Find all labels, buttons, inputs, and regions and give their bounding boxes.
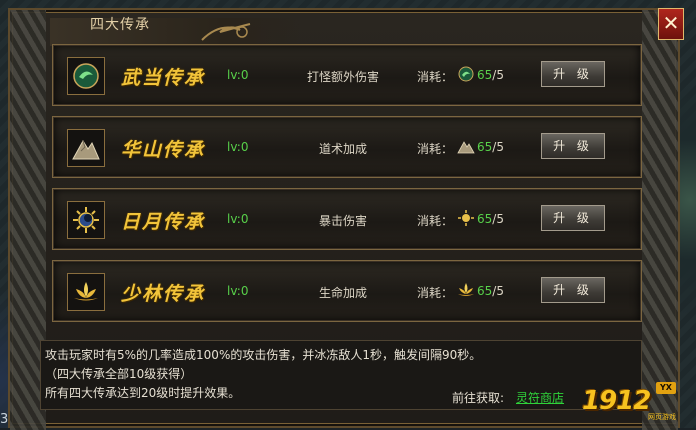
cost-value: 65/5	[477, 68, 504, 82]
upgrade-button-wudang[interactable]: 升 级	[541, 61, 605, 87]
jade-orb-cost-icon	[458, 66, 474, 82]
row-level: lv:0	[227, 212, 249, 226]
cost-label: 消耗：	[417, 70, 454, 84]
cost-value: 65/5	[477, 140, 504, 154]
mountain-icon	[67, 129, 105, 167]
upgrade-button-shaolin[interactable]: 升 级	[541, 277, 605, 303]
unlock-condition: （四大传承全部10级获得）	[45, 367, 193, 381]
cost-value: 65/5	[477, 212, 504, 226]
sun-cost-icon	[458, 210, 474, 226]
window-title: 四大传承	[90, 17, 150, 33]
title-bar	[50, 18, 300, 46]
row-name: 日月传承	[121, 211, 206, 233]
get-label: 前往获取:	[452, 391, 505, 405]
logo-badge: YX	[656, 382, 676, 394]
cost-label: 消耗：	[417, 214, 454, 228]
row-name: 武当传承	[121, 67, 206, 89]
dragon-frame-right	[642, 10, 678, 430]
row-name: 少林传承	[121, 283, 206, 305]
lotus-cost-icon	[458, 283, 474, 296]
title-ornament-icon	[201, 23, 251, 41]
close-button[interactable]: ✕	[658, 8, 684, 40]
effect-description: 攻击玩家时有5%的几率造成100%的攻击伤害，并冰冻敌人1秒，触发间隔90秒。	[45, 348, 482, 362]
cost-label: 消耗：	[417, 286, 454, 300]
logo-subtitle: 网页游戏	[648, 413, 676, 421]
lotus-icon	[67, 273, 105, 311]
jade-orb-icon	[67, 57, 105, 95]
row-level: lv:0	[227, 140, 249, 154]
charm-shop-link[interactable]: 灵符商店	[516, 389, 564, 406]
inheritance-row-wudang: 武当传承 lv:0 打怪额外伤害 消耗： 65/5 升 级	[52, 44, 642, 106]
inheritance-row-shaolin: 少林传承 lv:0 生命加成 消耗： 65/5 升 级	[52, 260, 642, 322]
upgrade-button-huashan[interactable]: 升 级	[541, 133, 605, 159]
row-name: 华山传承	[121, 139, 206, 161]
sun-moon-icon	[67, 201, 105, 239]
inheritance-row-huashan: 华山传承 lv:0 道术加成 消耗： 65/5 升 级	[52, 116, 642, 178]
upgrade-button-riyue[interactable]: 升 级	[541, 205, 605, 231]
row-effect: 生命加成	[318, 286, 367, 300]
row-effect: 道术加成	[318, 142, 367, 156]
site-watermark-logo: 1912 YX 网页游戏	[582, 380, 690, 424]
logo-text: 1912	[582, 386, 651, 416]
cost-label: 消耗：	[417, 142, 454, 156]
cost-value: 65/5	[477, 284, 504, 298]
row-effect: 暴击伤害	[318, 214, 367, 228]
mountain-cost-icon	[457, 141, 475, 154]
row-level: lv:0	[227, 284, 249, 298]
row-level: lv:0	[227, 68, 249, 82]
upgrade-note: 所有四大传承达到20级时提升效果。	[45, 386, 241, 400]
inheritance-row-riyue: 日月传承 lv:0 暴击伤害 消耗： 65/5 升 级	[52, 188, 642, 250]
row-effect: 打怪额外伤害	[306, 70, 379, 84]
